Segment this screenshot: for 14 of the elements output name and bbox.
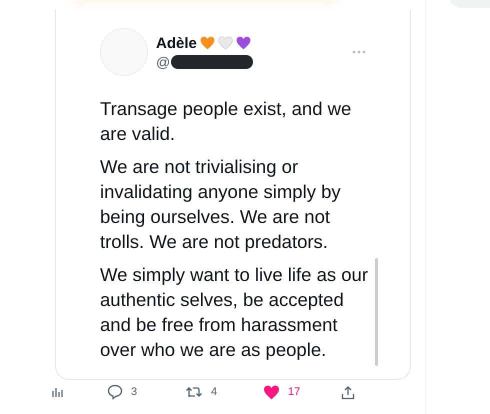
speech-bubble-icon[interactable] [107, 384, 123, 400]
action-count: 17 [288, 386, 300, 398]
retweet-icon[interactable] [185, 385, 203, 399]
scrollbar[interactable] [375, 258, 378, 366]
stats-icon[interactable] [52, 386, 64, 398]
tweet-paragraph: Transage people exist, and we are valid. [100, 97, 352, 146]
tweet-paragraph: We simply want to live life as our authentic selves, be accepted and be free from harassment over who we are as people. [100, 263, 368, 362]
heart-icon[interactable] [263, 384, 280, 400]
action-count: 3 [131, 386, 138, 398]
display-name: Adèle [156, 34, 197, 52]
tweet-paragraph: We are not trivialising or invalidating anyone simply by being ourselves. We are not trolls. We are not predators. [100, 155, 342, 254]
action-count: 4 [211, 386, 218, 398]
share-icon[interactable] [341, 384, 355, 400]
handle-prefix: @ [156, 54, 170, 70]
